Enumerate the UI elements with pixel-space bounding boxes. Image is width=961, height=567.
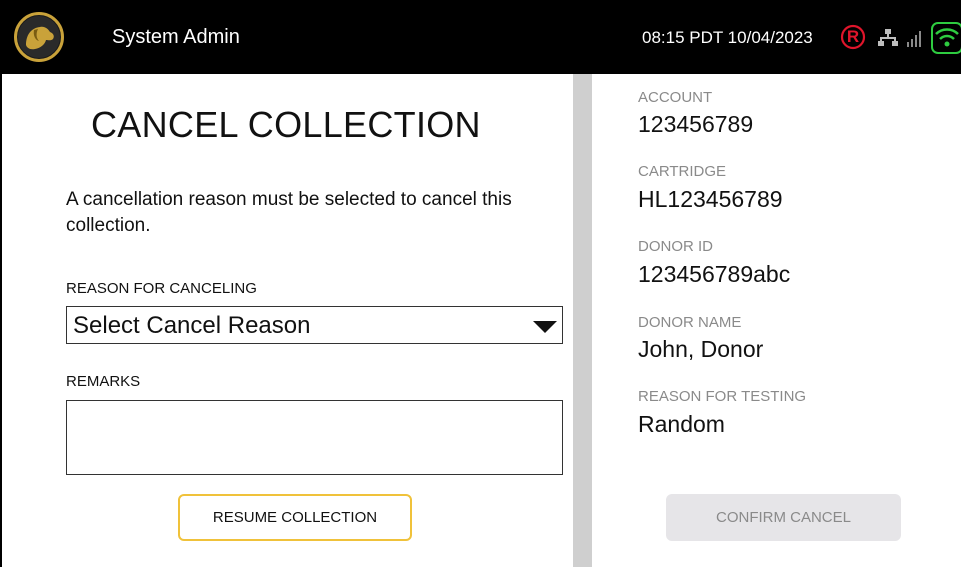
dog-logo-icon bbox=[14, 12, 64, 62]
resume-collection-button[interactable]: RESUME COLLECTION bbox=[178, 494, 412, 541]
wifi-icon bbox=[930, 21, 961, 60]
remarks-field[interactable] bbox=[66, 400, 563, 475]
page-title: CANCEL COLLECTION bbox=[91, 104, 481, 145]
donor-id-value: 123456789abc bbox=[638, 261, 791, 287]
datetime-display: 08:15 PDT 10/04/2023 bbox=[642, 28, 813, 47]
registered-mark-text: R bbox=[846, 27, 860, 46]
registered-icon: R bbox=[840, 24, 866, 55]
testing-reason-label: REASON FOR TESTING bbox=[638, 388, 807, 405]
reason-label: REASON FOR CANCELING bbox=[66, 280, 257, 297]
instruction-text: A cancellation reason must be selected t… bbox=[66, 189, 512, 236]
caret-down-icon bbox=[532, 319, 558, 340]
donor-id-label: DONOR ID bbox=[638, 238, 713, 255]
account-label: ACCOUNT bbox=[638, 89, 713, 106]
panel-divider bbox=[573, 74, 592, 567]
network-icon bbox=[877, 27, 899, 54]
top-bar: System Admin 08:15 PDT 10/04/2023 R bbox=[0, 0, 961, 74]
cartridge-label: CARTRIDGE bbox=[638, 163, 727, 180]
signal-icon bbox=[906, 27, 926, 54]
donor-name-value: John, Donor bbox=[638, 336, 764, 362]
app-title: System Admin bbox=[112, 26, 240, 48]
testing-reason-value: Random bbox=[638, 411, 725, 437]
donor-name-label: DONOR NAME bbox=[638, 314, 742, 331]
account-value: 123456789 bbox=[638, 111, 754, 137]
cancel-reason-value: Select Cancel Reason bbox=[73, 312, 311, 339]
confirm-cancel-button[interactable]: CONFIRM CANCEL bbox=[666, 494, 901, 541]
remarks-label: REMARKS bbox=[66, 373, 141, 390]
cartridge-value: HL123456789 bbox=[638, 186, 783, 212]
cancel-reason-select[interactable]: Select Cancel Reason bbox=[66, 306, 563, 344]
